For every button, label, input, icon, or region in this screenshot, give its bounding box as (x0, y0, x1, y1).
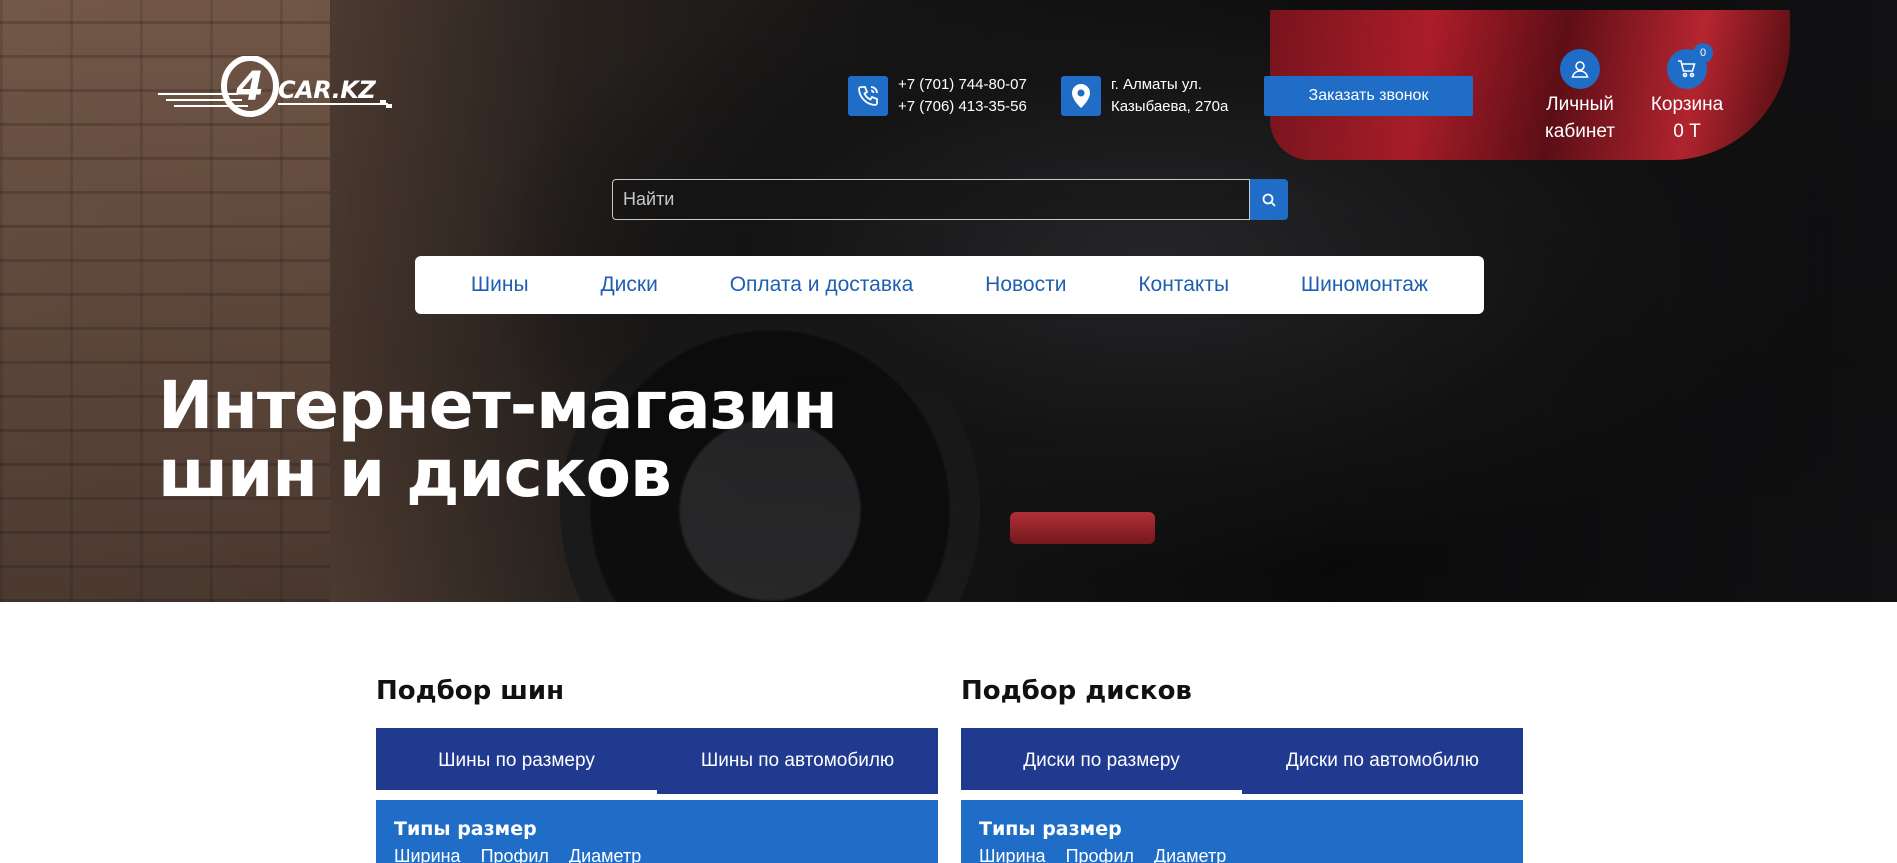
tire-selector-panel: Шины по размеру Шины по автомобилю Типы … (376, 728, 938, 863)
phone-number-2[interactable]: +7 (706) 413-35-56 (898, 96, 1027, 118)
contact-phone: +7 (701) 744-80-07 +7 (706) 413-35-56 (848, 74, 1027, 118)
wheel-selector-title: Подбор дисков (961, 676, 1192, 706)
cart-total: 0 Т (1673, 121, 1701, 142)
phone-icon (848, 76, 888, 116)
nav-item-contacts[interactable]: Контакты (1138, 273, 1229, 297)
tab-tires-by-size[interactable]: Шины по размеру (376, 728, 657, 794)
hero-title: Интернет-магазин шин и дисков (158, 367, 838, 512)
wheel-profile-label: Профил (1065, 846, 1134, 863)
tire-selector-title: Подбор шин (376, 676, 565, 706)
account-label-2: кабинет (1545, 121, 1615, 142)
wheel-size-types-heading: Типы размер (979, 818, 1122, 840)
search-button[interactable] (1250, 179, 1288, 220)
search-input[interactable] (612, 179, 1250, 220)
hero-banner: 4 CAR.KZ +7 (701) 744-80-07 +7 (706) 413… (0, 0, 1897, 602)
svg-text:4: 4 (235, 64, 264, 110)
cart-label: Корзина (1650, 94, 1724, 115)
tire-profile-label: Профил (480, 846, 549, 863)
tire-size-types-heading: Типы размер (394, 818, 537, 840)
wheel-width-label: Ширина (979, 846, 1046, 863)
nav-item-tire-service[interactable]: Шиномонтаж (1301, 273, 1428, 297)
order-callback-button[interactable]: Заказать звонок (1264, 76, 1473, 116)
contact-address: г. Алматы ул. Казыбаева, 270а (1061, 74, 1228, 118)
main-nav: Шины Диски Оплата и доставка Новости Кон… (415, 256, 1484, 314)
search-bar (612, 179, 1288, 220)
tire-width-label: Ширина (394, 846, 461, 863)
wheel-diameter-label: Диаметр (1153, 846, 1227, 863)
address-line-1: г. Алматы ул. (1111, 76, 1202, 93)
nav-item-payment-delivery[interactable]: Оплата и доставка (730, 273, 914, 297)
tire-selector-body: Типы размер Ширина Профил Диаметр (376, 800, 938, 863)
tab-wheels-by-car[interactable]: Диски по автомобилю (1242, 728, 1523, 794)
search-icon (1262, 193, 1276, 207)
cart-icon: 0 (1667, 43, 1713, 89)
user-icon (1560, 49, 1600, 89)
nav-item-tires[interactable]: Шины (471, 273, 529, 297)
cart-link[interactable]: 0 Корзина 0 Т (1642, 43, 1732, 145)
site-logo[interactable]: 4 CAR.KZ (158, 55, 398, 118)
tire-diameter-label: Диаметр (568, 846, 642, 863)
cart-count-badge: 0 (1693, 43, 1713, 63)
account-link[interactable]: Личный кабинет (1535, 49, 1625, 145)
tire-selector-tabs: Шины по размеру Шины по автомобилю (376, 728, 938, 794)
page: 4 CAR.KZ +7 (701) 744-80-07 +7 (706) 413… (0, 0, 1897, 863)
phone-number-1[interactable]: +7 (701) 744-80-07 (898, 74, 1027, 96)
account-label-1: Личный (1546, 94, 1614, 115)
logo-text: CAR.KZ (278, 76, 376, 104)
location-pin-icon (1061, 76, 1101, 116)
wheel-selector-tabs: Диски по размеру Диски по автомобилю (961, 728, 1523, 794)
tab-wheels-by-size[interactable]: Диски по размеру (961, 728, 1242, 794)
nav-item-news[interactable]: Новости (985, 273, 1066, 297)
wheel-selector-panel: Диски по размеру Диски по автомобилю Тип… (961, 728, 1523, 863)
address-line-2: Казыбаева, 270а (1111, 98, 1229, 115)
nav-item-wheels[interactable]: Диски (600, 273, 657, 297)
wheel-selector-body: Типы размер Ширина Профил Диаметр (961, 800, 1523, 863)
tab-tires-by-car[interactable]: Шины по автомобилю (657, 728, 938, 794)
